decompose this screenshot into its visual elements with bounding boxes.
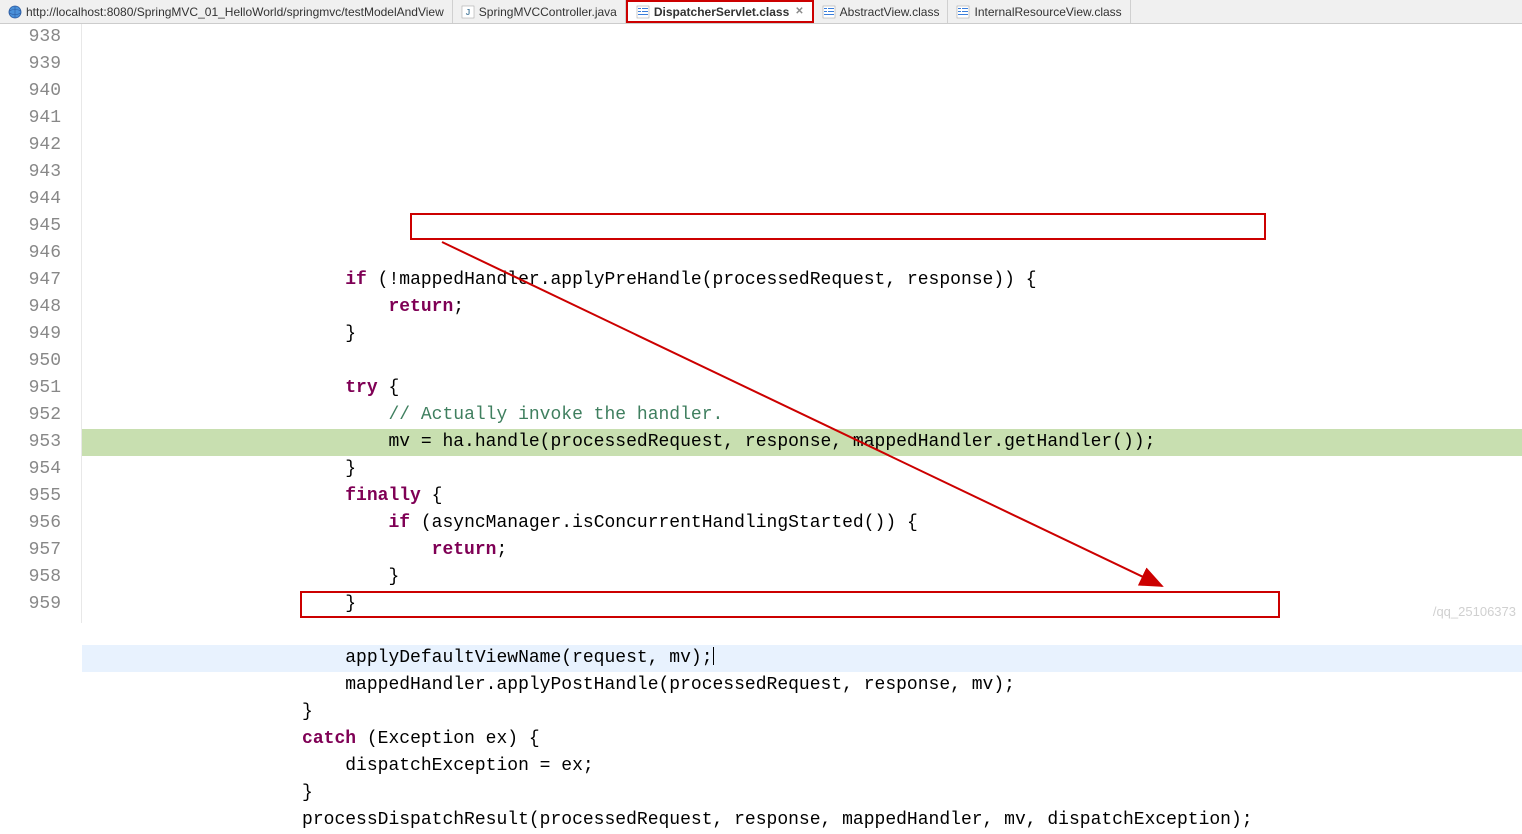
line-number-gutter: 9389399409419429439449459469479489499509… <box>0 24 82 623</box>
code-area[interactable]: if (!mappedHandler.applyPreHandle(proces… <box>82 24 1522 623</box>
line-number: 954 <box>0 456 61 483</box>
code-line[interactable]: return; <box>82 294 1522 321</box>
class-file-icon <box>636 5 650 19</box>
line-number: 957 <box>0 537 61 564</box>
code-line[interactable]: } <box>82 699 1522 726</box>
code-line[interactable]: // Actually invoke the handler. <box>82 402 1522 429</box>
code-line[interactable]: if (!mappedHandler.applyPreHandle(proces… <box>82 267 1522 294</box>
tab-3[interactable]: AbstractView.class <box>814 0 949 23</box>
code-line[interactable]: mv = ha.handle(processedRequest, respons… <box>82 429 1522 456</box>
code-line[interactable]: } <box>82 780 1522 807</box>
code-line[interactable]: mappedHandler.applyPostHandle(processedR… <box>82 672 1522 699</box>
line-number: 944 <box>0 186 61 213</box>
code-line[interactable]: } <box>82 591 1522 618</box>
tab-4[interactable]: InternalResourceView.class <box>948 0 1130 23</box>
code-line[interactable]: try { <box>82 375 1522 402</box>
line-number: 948 <box>0 294 61 321</box>
class-file-icon <box>956 5 970 19</box>
line-number: 942 <box>0 132 61 159</box>
code-line[interactable]: } <box>82 321 1522 348</box>
line-number: 951 <box>0 375 61 402</box>
close-icon[interactable]: ✕ <box>795 6 803 17</box>
code-line[interactable]: catch (Exception ex) { <box>82 726 1522 753</box>
code-line[interactable]: processDispatchResult(processedRequest, … <box>82 807 1522 834</box>
code-line[interactable]: } <box>82 456 1522 483</box>
tab-2[interactable]: DispatcherServlet.class ✕ <box>626 0 814 23</box>
line-number: 943 <box>0 159 61 186</box>
code-line[interactable]: dispatchException = ex; <box>82 753 1522 780</box>
browser-icon <box>8 5 22 19</box>
code-line[interactable] <box>82 240 1522 267</box>
tab-label: DispatcherServlet.class <box>654 5 789 19</box>
code-line[interactable]: applyDefaultViewName(request, mv); <box>82 645 1522 672</box>
svg-text:J: J <box>466 8 470 17</box>
line-number: 945 <box>0 213 61 240</box>
code-line[interactable]: if (asyncManager.isConcurrentHandlingSta… <box>82 510 1522 537</box>
line-number: 941 <box>0 105 61 132</box>
line-number: 940 <box>0 78 61 105</box>
code-line[interactable]: finally { <box>82 483 1522 510</box>
code-line[interactable] <box>82 618 1522 645</box>
code-editor[interactable]: 9389399409419429439449459469479489499509… <box>0 24 1522 623</box>
code-line[interactable]: } <box>82 564 1522 591</box>
highlight-box-1 <box>410 213 1266 240</box>
line-number: 947 <box>0 267 61 294</box>
line-number: 953 <box>0 429 61 456</box>
tab-1[interactable]: J SpringMVCController.java <box>453 0 626 23</box>
tab-0[interactable]: http://localhost:8080/SpringMVC_01_Hello… <box>0 0 453 23</box>
line-number: 959 <box>0 591 61 618</box>
line-number: 946 <box>0 240 61 267</box>
text-cursor <box>713 647 714 665</box>
class-file-icon <box>822 5 836 19</box>
line-number: 958 <box>0 564 61 591</box>
line-number: 952 <box>0 402 61 429</box>
code-line[interactable]: return; <box>82 537 1522 564</box>
line-number: 956 <box>0 510 61 537</box>
line-number: 949 <box>0 321 61 348</box>
tab-bar: http://localhost:8080/SpringMVC_01_Hello… <box>0 0 1522 24</box>
tab-label: http://localhost:8080/SpringMVC_01_Hello… <box>26 5 444 19</box>
line-number: 950 <box>0 348 61 375</box>
tab-label: AbstractView.class <box>840 5 940 19</box>
line-number: 939 <box>0 51 61 78</box>
java-file-icon: J <box>461 5 475 19</box>
line-number: 955 <box>0 483 61 510</box>
code-line[interactable] <box>82 348 1522 375</box>
tab-label: InternalResourceView.class <box>974 5 1121 19</box>
line-number: 938 <box>0 24 61 51</box>
tab-label: SpringMVCController.java <box>479 5 617 19</box>
